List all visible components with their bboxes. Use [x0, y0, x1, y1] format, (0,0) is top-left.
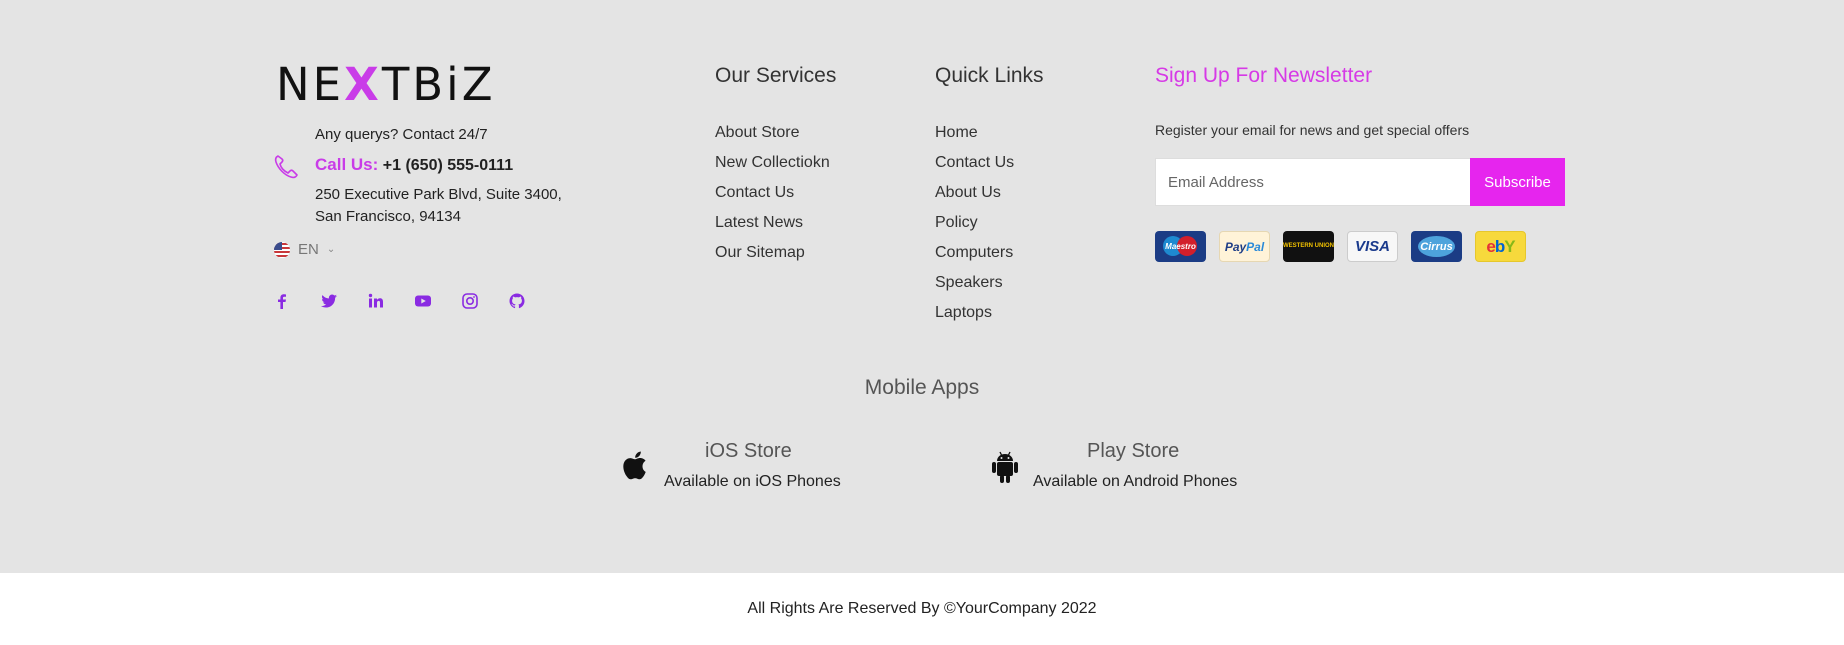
quick-link[interactable]: Contact Us — [935, 153, 1014, 183]
quick-links-list: Home Contact Us About Us Policy Computer… — [935, 123, 1014, 333]
ebay-card-icon: ebY — [1475, 231, 1526, 262]
github-icon[interactable] — [508, 290, 555, 312]
facebook-icon[interactable] — [273, 290, 320, 312]
copyright-text: All Rights Are Reserved By ©YourCompany … — [747, 600, 1097, 617]
quick-link[interactable]: About Us — [935, 183, 1014, 213]
instagram-icon[interactable] — [461, 290, 508, 312]
ios-store-title: iOS Store — [705, 440, 792, 462]
quick-link[interactable]: Speakers — [935, 273, 1014, 303]
address-line-1: 250 Executive Park Blvd, Suite 3400, — [315, 186, 562, 203]
brand-logo[interactable]: NEXTBiZ — [276, 60, 496, 110]
contact-tagline: Any querys? Contact 24/7 — [315, 126, 488, 143]
western-union-card-icon: WESTERN UNION — [1283, 231, 1334, 262]
phone-number[interactable]: +1 (650) 555-0111 — [383, 157, 513, 174]
payment-cards: Maestro Pay Pal WESTERN UNION VISA Cirrus… — [1155, 231, 1526, 262]
call-us-label: Call Us: — [315, 155, 379, 174]
mobile-apps-title: Mobile Apps — [864, 376, 980, 399]
chevron-down-icon: ⌄ — [326, 244, 336, 255]
linkedin-icon[interactable] — [367, 290, 414, 312]
us-flag-icon — [274, 241, 290, 258]
paypal-card-icon: Pay Pal — [1219, 231, 1270, 262]
services-link[interactable]: Latest News — [715, 213, 830, 243]
quick-links-title: Quick Links — [935, 64, 1044, 87]
services-title: Our Services — [715, 64, 837, 87]
email-field[interactable] — [1155, 158, 1471, 206]
newsletter-title: Sign Up For Newsletter — [1155, 64, 1373, 87]
services-link[interactable]: New Collectiokn — [715, 153, 830, 183]
newsletter-description: Register your email for news and get spe… — [1155, 122, 1470, 138]
visa-card-icon: VISA — [1347, 231, 1398, 262]
quick-link[interactable]: Laptops — [935, 303, 1014, 333]
footer-main: NEXTBiZ Any querys? Contact 24/7 Call Us… — [0, 0, 1844, 573]
call-us-line[interactable]: Call Us: +1 (650) 555-0111 — [315, 155, 513, 175]
services-link[interactable]: Contact Us — [715, 183, 830, 213]
services-list: About Store New Collectiokn Contact Us L… — [715, 123, 830, 273]
address-line-2: San Francisco, 94134 — [315, 208, 461, 225]
services-link[interactable]: Our Sitemap — [715, 243, 830, 273]
maestro-card-icon: Maestro — [1155, 231, 1206, 262]
subscribe-button[interactable]: Subscribe — [1470, 158, 1565, 206]
quick-link[interactable]: Policy — [935, 213, 1014, 243]
play-store-subtitle: Available on Android Phones — [1033, 473, 1238, 490]
android-icon — [992, 451, 1018, 483]
twitter-icon[interactable] — [320, 290, 367, 312]
language-selector[interactable]: EN ⌄ — [274, 241, 335, 258]
youtube-icon[interactable] — [414, 290, 461, 312]
quick-link[interactable]: Computers — [935, 243, 1014, 273]
phone-icon — [274, 155, 298, 179]
ios-store-subtitle: Available on iOS Phones — [664, 473, 841, 490]
language-label: EN — [298, 241, 319, 258]
social-links — [273, 290, 555, 312]
services-link[interactable]: About Store — [715, 123, 830, 153]
quick-link[interactable]: Home — [935, 123, 1014, 153]
play-store-title: Play Store — [1087, 440, 1180, 462]
apple-icon — [623, 451, 646, 480]
cirrus-card-icon: Cirrus — [1411, 231, 1462, 262]
